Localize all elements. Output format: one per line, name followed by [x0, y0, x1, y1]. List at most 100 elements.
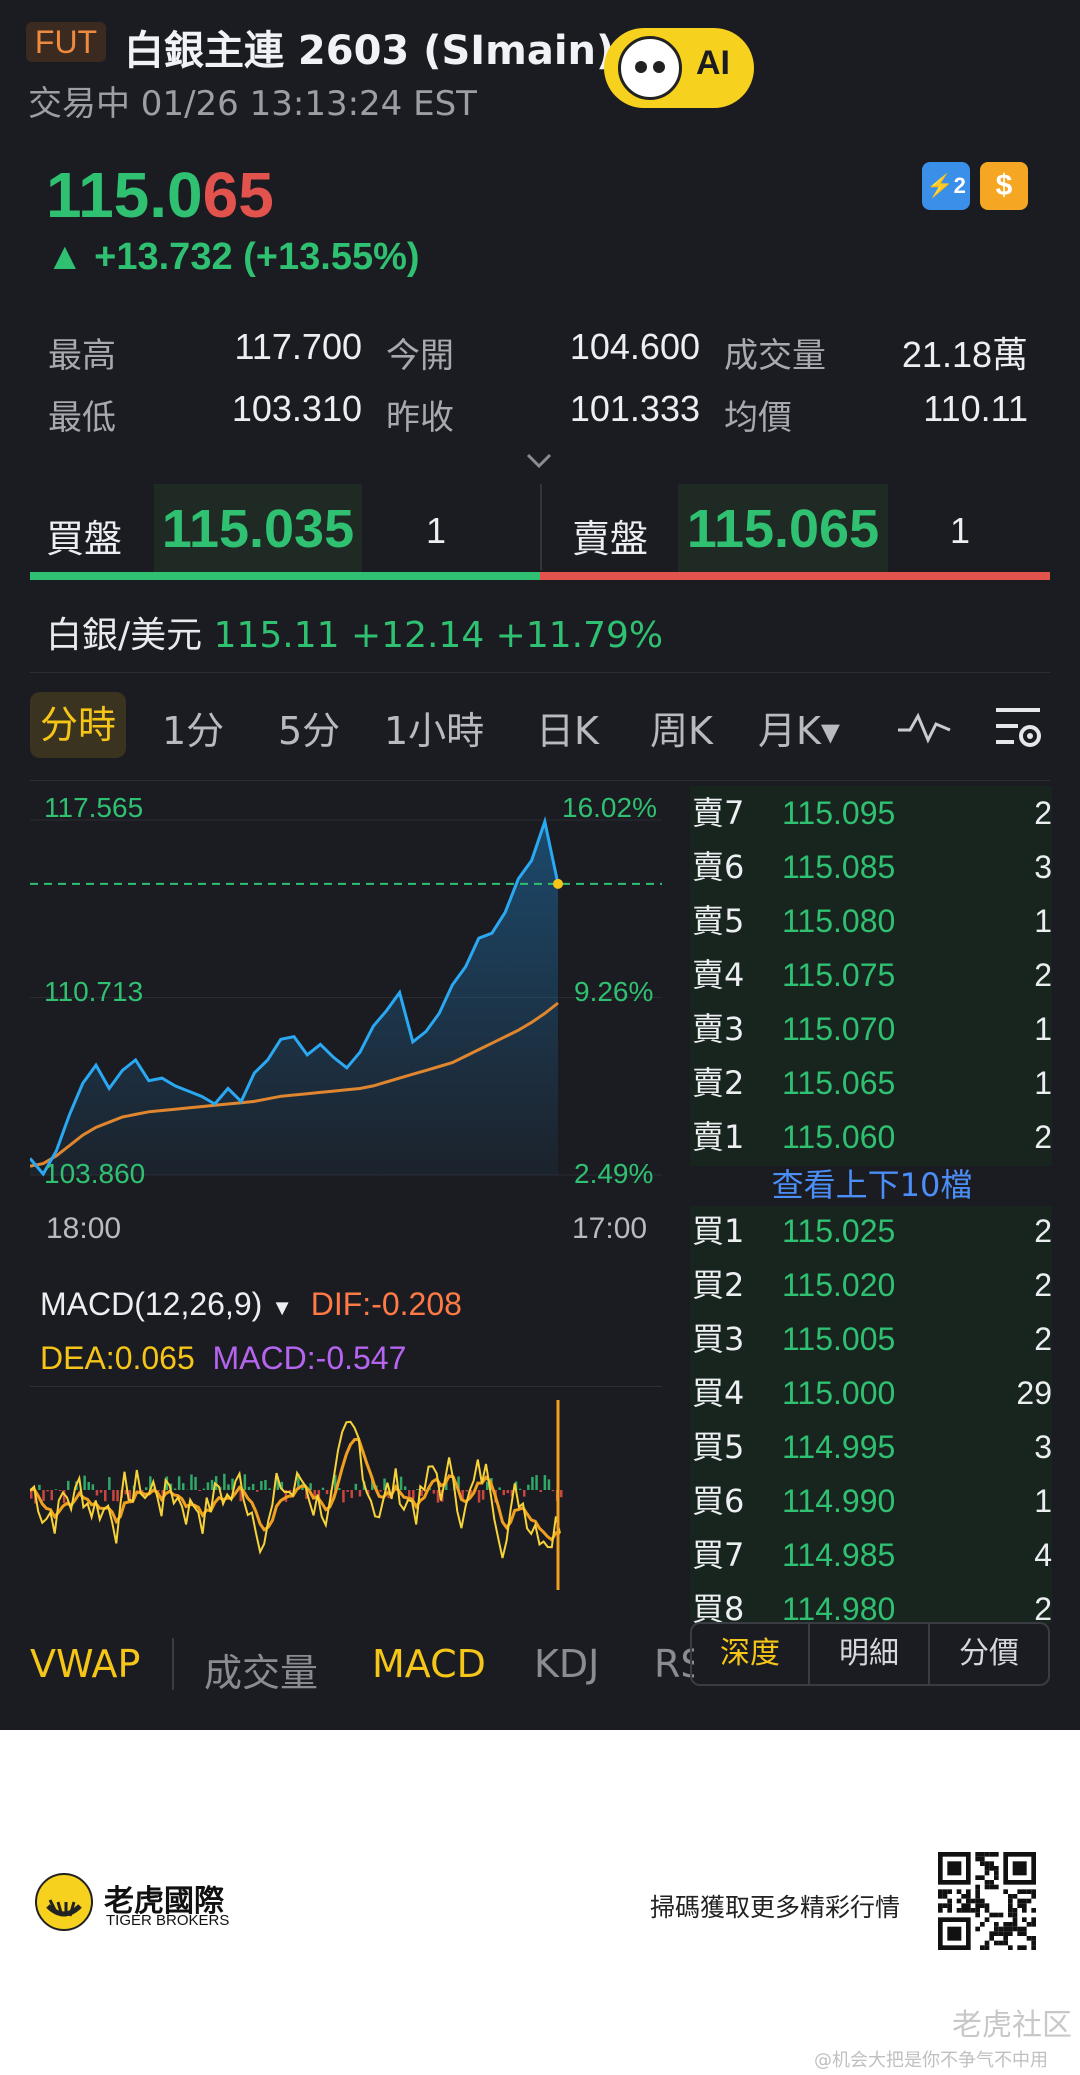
quote-screen: FUT 白銀主連 2603 (SImain) 交易中 01/26 13:13:2… [0, 0, 1080, 1730]
macd-bar [67, 1480, 70, 1490]
macd-chart[interactable] [30, 1390, 662, 1610]
tab-1hour[interactable]: 1小時 [384, 700, 484, 755]
trading-status-time: 交易中 01/26 13:13:24 EST [28, 84, 477, 124]
macd-header[interactable]: MACD(12,26,9) ▼ DIF:-0.208 [40, 1286, 462, 1323]
bid-level-row[interactable]: 買7 114.985 4 [692, 1528, 1052, 1582]
indicator-tab-vwap[interactable]: VWAP [30, 1642, 140, 1686]
indicator-tab-rsi[interactable]: RS [654, 1642, 694, 1686]
ask-level-row[interactable]: 賣2 115.065 1 [692, 1056, 1052, 1110]
indicator-tab-macd[interactable]: MACD [372, 1642, 486, 1686]
level-name: 賣5 [692, 902, 745, 940]
macd-bar [354, 1483, 358, 1490]
macd-bar [502, 1490, 505, 1496]
bid-level-row[interactable]: 買2 115.020 2 [692, 1258, 1052, 1312]
macd-bar [99, 1490, 103, 1493]
segment-depth[interactable]: 深度 [690, 1622, 810, 1686]
macd-bar [523, 1490, 526, 1497]
segment-price-dist[interactable]: 分價 [930, 1622, 1050, 1686]
time-start-label: 18:00 [46, 1212, 122, 1245]
macd-bar [543, 1475, 547, 1490]
macd-bar [194, 1476, 197, 1490]
level-qty: 3 [1034, 849, 1052, 885]
bid-level-row[interactable]: 買3 115.005 2 [692, 1312, 1052, 1366]
bid-level-row[interactable]: 買5 114.995 3 [692, 1420, 1052, 1474]
expand-chevron-icon[interactable] [524, 446, 554, 476]
divider [172, 1638, 174, 1690]
author-watermark: @机会大把是你不争气不中用 [814, 2050, 1048, 2071]
ask-level-row[interactable]: 賣7 115.095 2 [692, 786, 1052, 840]
level-qty: 2 [1034, 1321, 1052, 1357]
indicator-tab-kdj[interactable]: KDJ [534, 1642, 599, 1686]
divider [30, 780, 1050, 781]
ask-level-row[interactable]: 賣6 115.085 3 [692, 840, 1052, 894]
macd-bar [42, 1490, 45, 1501]
macd-bar [223, 1473, 226, 1490]
level-name: 賣1 [692, 1118, 745, 1156]
level-name: 買5 [692, 1428, 745, 1466]
tab-daily[interactable]: 日K [536, 700, 599, 755]
macd-bar [321, 1487, 325, 1490]
tab-5min[interactable]: 5分 [278, 700, 340, 755]
pct-mid-label: 9.26% [574, 976, 654, 1007]
macd-bar [251, 1483, 255, 1490]
level2-icon[interactable]: ⚡2 [922, 162, 970, 210]
tab-weekly[interactable]: 周K [650, 700, 713, 755]
macd-bar [190, 1474, 193, 1490]
ask-price[interactable]: 115.065 [678, 484, 888, 574]
macd-bar [342, 1490, 345, 1503]
stat-prevclose-label: 昨收 [386, 398, 454, 438]
level-price: 115.060 [782, 1119, 896, 1155]
level-qty: 2 [1034, 1267, 1052, 1303]
bid-level-row[interactable]: 買6 114.990 1 [692, 1474, 1052, 1528]
macd-bar [104, 1490, 107, 1502]
tab-monthly[interactable]: 月K▾ [758, 700, 840, 755]
bid-level-row[interactable]: 買4 115.000 29 [692, 1366, 1052, 1420]
tab-timeshare[interactable]: 分時 [30, 692, 126, 758]
ai-assistant-button[interactable]: AI [604, 28, 754, 108]
level-price: 115.095 [782, 795, 896, 831]
macd-bar [182, 1483, 185, 1490]
level-price: 115.065 [782, 1065, 896, 1101]
indicator-wave-icon[interactable] [896, 708, 952, 748]
bid-price[interactable]: 115.035 [154, 484, 362, 574]
view-10-levels-link[interactable]: 查看上下10檔 [692, 1160, 1052, 1210]
macd-bar [260, 1481, 263, 1490]
macd-bar [227, 1484, 230, 1490]
level-qty: 4 [1034, 1537, 1052, 1573]
macd-bar [498, 1487, 501, 1490]
macd-bar [338, 1488, 341, 1490]
macd-bar [551, 1490, 555, 1492]
macd-bar [91, 1484, 95, 1490]
macd-bar [108, 1477, 111, 1490]
reference-quote[interactable]: 白銀/美元 115.11 +12.14 +11.79% [46, 606, 663, 658]
level-name: 買7 [692, 1536, 745, 1574]
pct-top-label: 16.02% [562, 792, 657, 823]
ask-level-row[interactable]: 賣3 115.070 1 [692, 1002, 1052, 1056]
macd-bar [206, 1482, 210, 1490]
stat-open-value: 104.600 [569, 326, 700, 367]
indicator-tab-volume[interactable]: 成交量 [204, 1642, 318, 1697]
level-name: 賣7 [692, 794, 745, 832]
ask-level-row[interactable]: 賣1 115.060 2 [692, 1110, 1052, 1164]
chart-settings-icon[interactable] [992, 700, 1044, 752]
segment-trades[interactable]: 明細 [810, 1622, 930, 1686]
macd-bar [379, 1490, 382, 1492]
macd-bar [247, 1486, 251, 1490]
level-qty: 3 [1034, 1429, 1052, 1465]
macd-bar [243, 1474, 247, 1490]
tab-1min[interactable]: 1分 [162, 700, 224, 755]
macd-bar [157, 1490, 160, 1491]
stat-volume-value: 21.18萬 [901, 334, 1028, 375]
stat-volume-label: 成交量 [724, 336, 826, 376]
ask-level-row[interactable]: 賣4 115.075 2 [692, 948, 1052, 1002]
stat-avg-label: 均價 [724, 398, 792, 438]
level-qty: 2 [1034, 1119, 1052, 1155]
dollar-icon[interactable]: $ [980, 162, 1028, 210]
qr-code-icon [938, 1852, 1036, 1950]
macd-bar [38, 1484, 41, 1490]
bid-level-row[interactable]: 買1 115.025 2 [692, 1204, 1052, 1258]
level-qty: 2 [1034, 1213, 1052, 1249]
macd-bar [432, 1490, 436, 1494]
ask-level-row[interactable]: 賣5 115.080 1 [692, 894, 1052, 948]
macd-bar [412, 1490, 415, 1499]
